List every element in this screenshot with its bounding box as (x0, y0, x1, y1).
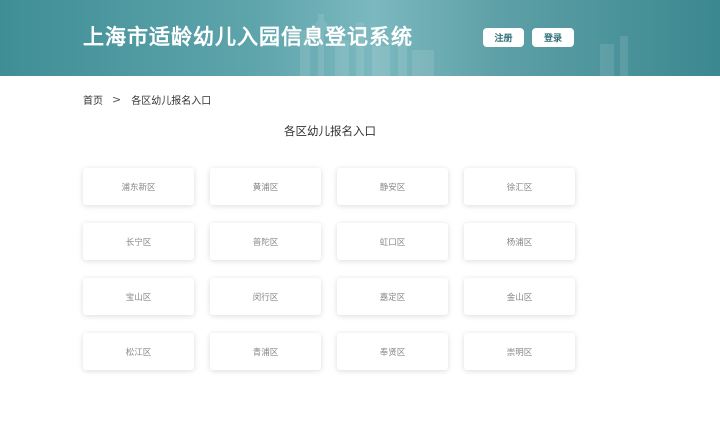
district-card-jiading[interactable]: 嘉定区 (337, 278, 448, 315)
section-title: 各区幼儿报名入口 (284, 124, 376, 138)
site-title: 上海市适龄幼儿入园信息登记系统 (83, 25, 413, 49)
district-card-xuhui[interactable]: 徐汇区 (464, 168, 575, 205)
district-card-changning[interactable]: 长宁区 (83, 223, 194, 260)
district-card-chongming[interactable]: 崇明区 (464, 333, 575, 370)
district-card-jinshan[interactable]: 金山区 (464, 278, 575, 315)
district-card-hongkou[interactable]: 虹口区 (337, 223, 448, 260)
login-button[interactable]: 登录 (532, 28, 574, 47)
district-card-songjiang[interactable]: 松江区 (83, 333, 194, 370)
register-button[interactable]: 注册 (483, 28, 524, 47)
district-card-pudong[interactable]: 浦东新区 (83, 168, 194, 205)
district-card-minhang[interactable]: 闵行区 (210, 278, 321, 315)
district-grid: 浦东新区 黄浦区 静安区 徐汇区 长宁区 普陀区 虹口区 杨浦区 宝山区 闵行区… (83, 168, 575, 370)
breadcrumb-home-link[interactable]: 首页 (83, 92, 103, 107)
breadcrumb: 首页 > 各区幼儿报名入口 (83, 92, 211, 107)
district-card-putuo[interactable]: 普陀区 (210, 223, 321, 260)
district-card-huangpu[interactable]: 黄浦区 (210, 168, 321, 205)
district-card-baoshan[interactable]: 宝山区 (83, 278, 194, 315)
site-header: 上海市适龄幼儿入园信息登记系统 注册 登录 (0, 0, 720, 76)
breadcrumb-current: 各区幼儿报名入口 (131, 96, 212, 107)
chevron-right-icon: > (112, 93, 122, 106)
district-card-yangpu[interactable]: 杨浦区 (464, 223, 575, 260)
district-card-qingpu[interactable]: 青浦区 (210, 333, 321, 370)
district-card-jingan[interactable]: 静安区 (337, 168, 448, 205)
district-card-fengxian[interactable]: 奉贤区 (337, 333, 448, 370)
